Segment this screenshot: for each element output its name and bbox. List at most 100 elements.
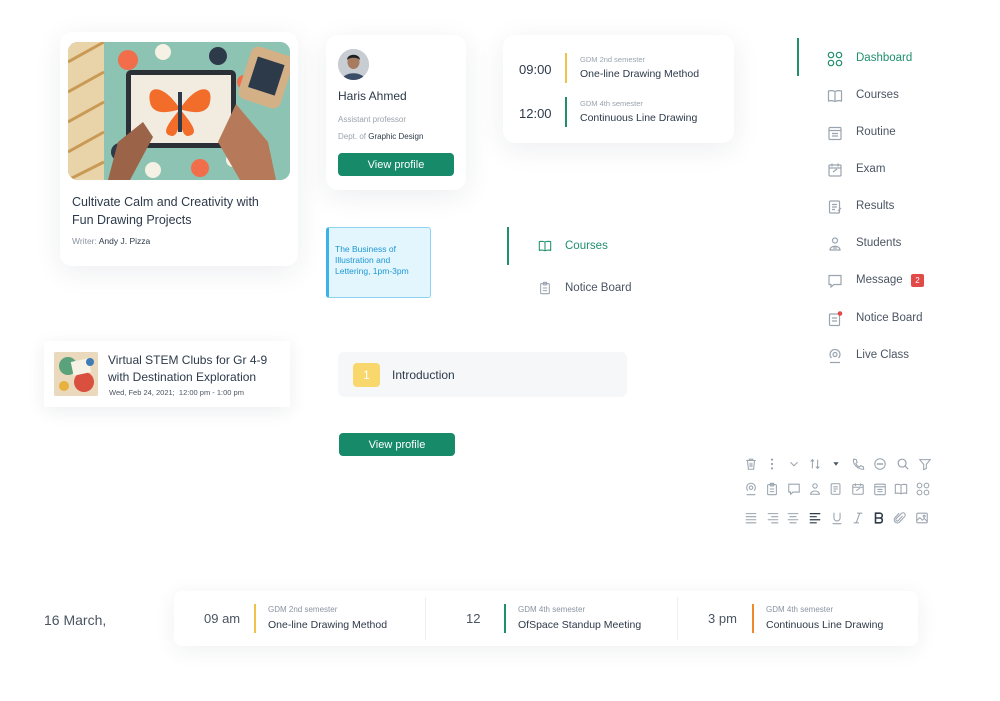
timeline-color-bar: [504, 604, 506, 633]
chat-dots-icon[interactable]: [873, 457, 887, 471]
timeline-time: 12: [466, 611, 481, 626]
students-icon[interactable]: [808, 482, 822, 496]
sidebar-item-exam[interactable]: Exam: [797, 155, 957, 185]
students-icon: [827, 236, 843, 252]
avatar: [338, 49, 369, 80]
timeline-semester: GDM 2nd semester: [268, 605, 338, 614]
message-count-badge: 2: [911, 274, 924, 287]
blog-title[interactable]: Cultivate Calm and Creativity with Fun D…: [72, 193, 282, 229]
caret-down-icon[interactable]: [829, 457, 843, 471]
event-time: 12:00 pm - 1:00 pm: [178, 388, 244, 397]
trash-icon[interactable]: [744, 457, 758, 471]
timeline-item[interactable]: 09 am GDM 2nd semester One-line Drawing …: [174, 591, 424, 646]
mini-menu-item-notice-board[interactable]: Notice Board: [507, 269, 687, 307]
notice-board-icon: [827, 311, 843, 327]
search-icon[interactable]: [896, 457, 910, 471]
sidebar-item-live-class[interactable]: Live Class: [797, 341, 957, 371]
schedule-title: One-line Drawing Method: [580, 68, 700, 80]
timeline-item[interactable]: 12 GDM 4th semester OfSpace Standup Meet…: [426, 591, 676, 646]
timeline-color-bar: [752, 604, 754, 633]
chevron-down-icon[interactable]: [787, 457, 801, 471]
align-center-icon[interactable]: [786, 511, 800, 525]
schedule-title: Continuous Line Drawing: [580, 112, 698, 124]
calendar-list-icon[interactable]: [873, 482, 887, 496]
notice-board-icon[interactable]: [765, 482, 779, 496]
sidebar-item-label: Dashboard: [856, 52, 913, 64]
event-title[interactable]: Virtual STEM Clubs for Gr 4-9 with Desti…: [108, 352, 283, 386]
grid-icon: [827, 51, 843, 67]
results-icon[interactable]: [829, 482, 843, 496]
timeline-title: Continuous Line Drawing: [766, 619, 884, 631]
writer-name: Andy J. Pizza: [98, 236, 151, 246]
mini-menu-label: Courses: [565, 240, 608, 252]
blog-illustration: [68, 42, 290, 180]
phone-icon[interactable]: [851, 457, 865, 471]
timeline-card: 09 am GDM 2nd semester One-line Drawing …: [174, 591, 918, 646]
exam-calendar-icon: [827, 162, 843, 178]
calendar-event[interactable]: The Business of Illustration and Letteri…: [326, 227, 431, 298]
timeline-title: One-line Drawing Method: [268, 619, 388, 631]
sidebar-item-routine[interactable]: Routine: [797, 118, 957, 148]
lesson-title: Introduction: [392, 368, 455, 382]
schedule-semester: GDM 4th semester: [580, 99, 643, 108]
grid-icon[interactable]: [916, 482, 930, 496]
sidebar-item-label: Routine: [856, 126, 896, 138]
event-datetime: Wed, Feb 24, 2021; 12:00 pm - 1:00 pm: [109, 388, 244, 397]
message-icon: [827, 273, 843, 289]
sidebar-item-students[interactable]: Students: [797, 229, 957, 259]
timeline-color-bar: [254, 604, 256, 633]
italic-icon[interactable]: [851, 511, 865, 525]
book-icon[interactable]: [894, 482, 908, 496]
clipboard-icon: [538, 281, 552, 295]
schedule-semester: GDM 2nd semester: [580, 55, 646, 64]
message-icon[interactable]: [787, 482, 801, 496]
event-card[interactable]: Virtual STEM Clubs for Gr 4-9 with Desti…: [44, 341, 290, 407]
blog-card[interactable]: Cultivate Calm and Creativity with Fun D…: [60, 32, 298, 266]
sidebar-item-notice-board[interactable]: Notice Board: [797, 304, 957, 334]
sidebar-item-label: Live Class: [856, 349, 910, 361]
lesson-number: 1: [353, 363, 380, 387]
exam-calendar-icon[interactable]: [851, 482, 865, 496]
underline-icon[interactable]: [830, 511, 844, 525]
timeline-time: 3 pm: [708, 611, 737, 626]
align-justify-icon[interactable]: [744, 511, 758, 525]
sidebar-item-label: Message: [856, 274, 903, 286]
dept-prefix: Dept. of: [338, 132, 369, 141]
live-class-icon[interactable]: [744, 482, 758, 496]
mini-menu-item-courses[interactable]: Courses: [507, 227, 687, 265]
mini-menu: Courses Notice Board: [507, 227, 687, 305]
image-icon[interactable]: [915, 511, 929, 525]
sidebar-item-results[interactable]: Results: [797, 192, 957, 222]
more-vertical-icon[interactable]: [765, 457, 779, 471]
sidebar-item-label: Students: [856, 237, 902, 249]
profile-card: Haris Ahmed Assistant professor Dept. of…: [326, 35, 466, 190]
timeline-title: OfSpace Standup Meeting: [518, 619, 642, 631]
sidebar-item-message[interactable]: Message 2: [797, 266, 957, 296]
align-right-icon[interactable]: [766, 511, 780, 525]
paperclip-icon[interactable]: [893, 511, 907, 525]
book-icon: [538, 239, 552, 253]
lesson-row[interactable]: 1 Introduction: [338, 352, 627, 397]
live-class-icon: [827, 348, 843, 364]
calendar-list-icon: [827, 125, 843, 141]
mini-menu-label: Notice Board: [565, 282, 632, 294]
sidebar-item-dashboard[interactable]: Dashboard: [797, 44, 957, 74]
event-thumbnail: [54, 352, 98, 396]
blog-writer: Writer: Andy J. Pizza: [72, 236, 150, 246]
schedule-card: 09:00 GDM 2nd semester One-line Drawing …: [503, 35, 734, 143]
sidebar-item-courses[interactable]: Courses: [797, 81, 957, 111]
sidebar-item-label: Courses: [856, 89, 899, 101]
schedule-time: 12:00: [519, 106, 552, 121]
align-left-icon[interactable]: [808, 511, 822, 525]
profile-name: Haris Ahmed: [338, 89, 407, 103]
schedule-color-bar: [565, 53, 567, 83]
timeline-item[interactable]: 3 pm GDM 4th semester Continuous Line Dr…: [678, 591, 918, 646]
filter-icon[interactable]: [918, 457, 932, 471]
book-icon: [827, 88, 843, 104]
sort-icon[interactable]: [808, 457, 822, 471]
view-profile-button[interactable]: View profile: [338, 153, 454, 176]
bold-icon[interactable]: [872, 511, 886, 525]
view-profile-button-secondary[interactable]: View profile: [339, 433, 455, 456]
timeline-semester: GDM 4th semester: [518, 605, 586, 614]
results-icon: [827, 199, 843, 215]
